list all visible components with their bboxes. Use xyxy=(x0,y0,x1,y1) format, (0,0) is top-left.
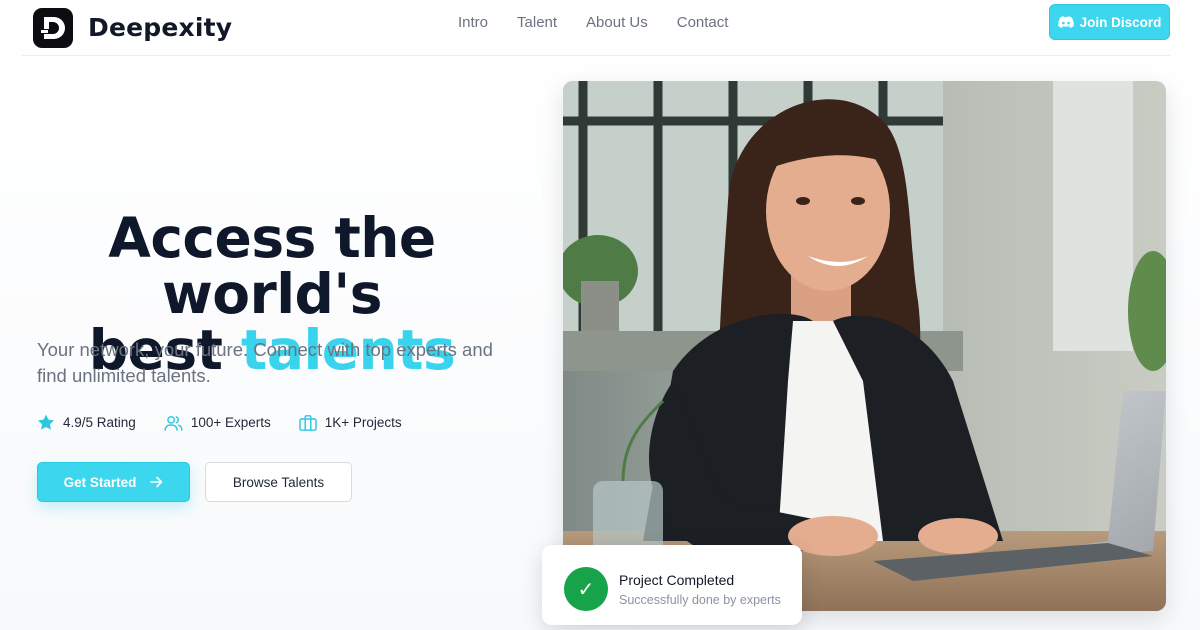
join-discord-label: Join Discord xyxy=(1079,14,1162,30)
browse-talents-button[interactable]: Browse Talents xyxy=(205,462,352,502)
nav-item-contact[interactable]: Contact xyxy=(677,14,729,32)
deepexity-logo-icon[interactable] xyxy=(33,8,73,48)
site-header: Deepexity Intro Talent About Us Contact … xyxy=(22,0,1170,56)
hero-title-line1: Access the world's xyxy=(108,206,436,326)
briefcase-icon xyxy=(299,414,317,431)
stat-rating-label: 4.9/5 Rating xyxy=(63,415,136,430)
cta-group: Get Started Browse Talents xyxy=(37,462,352,502)
arrow-right-icon xyxy=(150,476,163,488)
star-icon xyxy=(38,414,54,430)
project-completed-card: ✓ Project Completed Successfully done by… xyxy=(542,545,802,625)
main-nav: Intro Talent About Us Contact xyxy=(458,14,728,32)
hero-photo xyxy=(563,81,1166,611)
nav-item-about-us[interactable]: About Us xyxy=(586,14,648,32)
badge-title: Project Completed xyxy=(619,572,735,588)
hero-subtitle: Your network, your future. Connect with … xyxy=(37,339,493,386)
landing-page: Deepexity Intro Talent About Us Contact … xyxy=(0,0,1200,630)
nav-item-talent[interactable]: Talent xyxy=(517,14,557,32)
brand-name[interactable]: Deepexity xyxy=(88,13,232,42)
discord-icon xyxy=(1057,15,1074,28)
users-icon xyxy=(164,415,183,431)
nav-item-intro[interactable]: Intro xyxy=(458,14,488,32)
get-started-label: Get Started xyxy=(63,474,137,490)
stat-rating: 4.9/5 Rating xyxy=(37,414,136,431)
stat-projects: 1K+ Projects xyxy=(299,414,402,431)
browse-talents-label: Browse Talents xyxy=(232,474,325,490)
stat-experts-label: 100+ Experts xyxy=(190,415,271,430)
stat-experts: 100+ Experts xyxy=(164,415,271,431)
check-circle-icon: ✓ xyxy=(564,567,608,611)
stat-projects-label: 1K+ Projects xyxy=(324,415,402,430)
stats-row: 4.9/5 Rating 100+ Experts 1K+ Projects xyxy=(37,414,402,431)
badge-subtitle: Successfully done by experts xyxy=(619,593,781,607)
join-discord-button[interactable]: Join Discord xyxy=(1049,4,1170,40)
get-started-button[interactable]: Get Started xyxy=(37,462,190,502)
